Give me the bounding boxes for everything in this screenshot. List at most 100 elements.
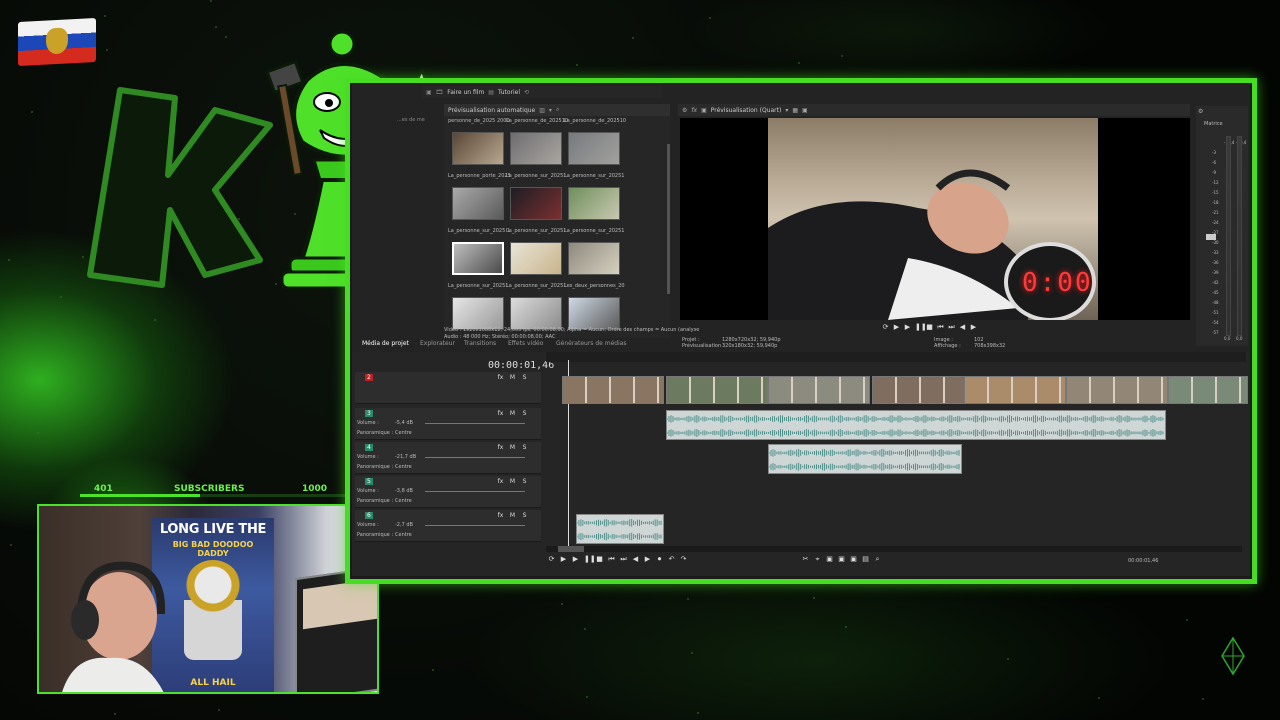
prev-frame-icon[interactable]: ⏮: [937, 324, 944, 331]
play-icon[interactable]: ▶: [893, 324, 900, 331]
timeline-tool-icon[interactable]: ⌕: [874, 556, 881, 563]
solo-button[interactable]: S: [521, 410, 528, 417]
track-header[interactable]: 6 fx M S Volume : -2,7 dB Panoramique : Centre: [355, 510, 541, 542]
solo-button[interactable]: S: [521, 512, 528, 519]
media-scrollbar[interactable]: [667, 144, 670, 294]
timeline-tool-icon[interactable]: ▤: [862, 556, 869, 563]
audio-clip[interactable]: [576, 514, 664, 544]
toolbar-icon[interactable]: ▣: [426, 89, 432, 96]
next-marker-icon[interactable]: ▶: [970, 324, 977, 331]
video-clip[interactable]: [872, 376, 974, 404]
volume-slider[interactable]: [425, 525, 525, 526]
timeline-tool-icon[interactable]: ⏺: [656, 556, 663, 563]
mute-button[interactable]: M: [509, 374, 516, 381]
tab-0[interactable]: Média de projet: [362, 340, 409, 347]
timeline-tool-icon[interactable]: ◀: [632, 556, 639, 563]
media-thumbnail[interactable]: [510, 132, 562, 165]
view-icon[interactable]: ▥: [539, 107, 545, 114]
chevron-down-icon[interactable]: ▾: [785, 107, 788, 114]
help-icon[interactable]: ⟲: [524, 89, 529, 96]
volume-slider[interactable]: [425, 423, 525, 424]
tutorial-icon[interactable]: ▤: [488, 89, 494, 96]
audio-clip[interactable]: [768, 444, 962, 474]
media-thumbnail[interactable]: [452, 242, 504, 275]
timeline-tool-icon[interactable]: ⌖: [814, 556, 821, 563]
tutorial-button[interactable]: Tutoriel: [498, 89, 520, 96]
track-header[interactable]: 5 fx M S Volume : -3,8 dB Panoramique : Centre: [355, 476, 541, 508]
timeline-tool-icon[interactable]: ⏮: [608, 556, 615, 563]
master-fader-handle[interactable]: [1206, 234, 1216, 240]
media-thumbnail[interactable]: [510, 242, 562, 275]
tab-2[interactable]: Transitions: [464, 340, 496, 347]
time-ruler[interactable]: [546, 352, 1246, 362]
fx-icon[interactable]: fx: [497, 374, 504, 381]
volume-slider[interactable]: [425, 491, 525, 492]
timeline-tool-icon[interactable]: ↷: [680, 556, 687, 563]
preview-quality-select[interactable]: Prévisualisation (Quart): [711, 107, 782, 114]
audio-clip[interactable]: [666, 410, 1166, 440]
fx-icon[interactable]: fx: [497, 410, 504, 417]
fx-icon[interactable]: fx: [497, 512, 504, 519]
solo-button[interactable]: S: [521, 444, 528, 451]
timeline-tool-icon[interactable]: ✂: [802, 556, 809, 563]
timeline-tool-icon[interactable]: ▶: [572, 556, 579, 563]
tab-1[interactable]: Explorateur: [420, 340, 455, 347]
timeline-tool-icon[interactable]: ▣: [850, 556, 857, 563]
mute-button[interactable]: M: [509, 478, 516, 485]
solo-button[interactable]: S: [521, 478, 528, 485]
fx-icon[interactable]: fx: [497, 444, 504, 451]
media-thumbnail[interactable]: [568, 242, 620, 275]
media-thumbnail[interactable]: [568, 187, 620, 220]
timeline-tool-icon[interactable]: ⏭: [620, 556, 627, 563]
auto-preview-toggle[interactable]: Prévisualisation automatique: [448, 107, 535, 114]
timeline-tool-icon[interactable]: ▣: [826, 556, 833, 563]
video-clip[interactable]: [1066, 376, 1168, 404]
timeline-hscroll[interactable]: [546, 546, 1242, 552]
tab-3[interactable]: Effets vidéo: [508, 340, 543, 347]
timeline-tool-icon[interactable]: ❚❚: [584, 556, 596, 563]
copy-icon[interactable]: ▣: [701, 107, 707, 114]
play-from-start-icon[interactable]: ▶: [904, 324, 911, 331]
video-clip[interactable]: [768, 376, 870, 404]
timeline-tool-icon[interactable]: ⟳: [548, 556, 555, 563]
media-thumbnail[interactable]: [452, 187, 504, 220]
search-icon[interactable]: ⌕: [556, 106, 559, 114]
loop-icon[interactable]: ⟳: [882, 324, 889, 331]
video-clip[interactable]: [964, 376, 1066, 404]
stop-icon[interactable]: ■: [926, 324, 933, 331]
solo-button[interactable]: S: [521, 374, 528, 381]
track-header[interactable]: 2 fx M S: [355, 372, 541, 404]
timeline-tool-icon[interactable]: ▶: [560, 556, 567, 563]
timeline-tool-icon[interactable]: ▣: [838, 556, 845, 563]
media-thumbnail[interactable]: [452, 132, 504, 165]
video-clip[interactable]: [562, 376, 664, 404]
fx-icon[interactable]: fx: [497, 478, 504, 485]
video-clip[interactable]: [666, 376, 768, 404]
media-thumbnail[interactable]: [452, 297, 504, 330]
overlay-icon[interactable]: ▣: [802, 107, 808, 114]
settings-icon[interactable]: ⚙: [682, 107, 687, 114]
next-frame-icon[interactable]: ⏭: [948, 324, 955, 331]
video-clip[interactable]: [1168, 376, 1248, 404]
media-thumbnail[interactable]: [510, 187, 562, 220]
settings-icon[interactable]: ⚙: [1198, 108, 1203, 115]
mute-button[interactable]: M: [509, 444, 516, 451]
timeline-tool-icon[interactable]: ▶: [644, 556, 651, 563]
video-preview[interactable]: 0:00: [680, 118, 1190, 320]
timeline-tool-icon[interactable]: ■: [596, 556, 603, 563]
track-header[interactable]: 4 fx M S Volume : -21,7 dB Panoramique : Centre: [355, 442, 541, 474]
volume-slider[interactable]: [425, 457, 525, 458]
media-thumbnail[interactable]: [568, 297, 620, 330]
mute-button[interactable]: M: [509, 410, 516, 417]
media-thumbnail[interactable]: [568, 132, 620, 165]
make-film-icon[interactable]: 🎞: [436, 89, 444, 96]
make-film-button[interactable]: Faire un film: [447, 89, 484, 96]
grid-icon[interactable]: ▦: [792, 107, 798, 114]
fx-icon[interactable]: fx: [691, 107, 697, 114]
tab-4[interactable]: Générateurs de médias: [556, 340, 627, 347]
dropdown-icon[interactable]: ▾: [549, 107, 552, 114]
mute-button[interactable]: M: [509, 512, 516, 519]
track-header[interactable]: 3 fx M S Volume : -5,4 dB Panoramique : Centre: [355, 408, 541, 440]
timeline-tool-icon[interactable]: ↶: [668, 556, 675, 563]
prev-marker-icon[interactable]: ◀: [959, 324, 966, 331]
